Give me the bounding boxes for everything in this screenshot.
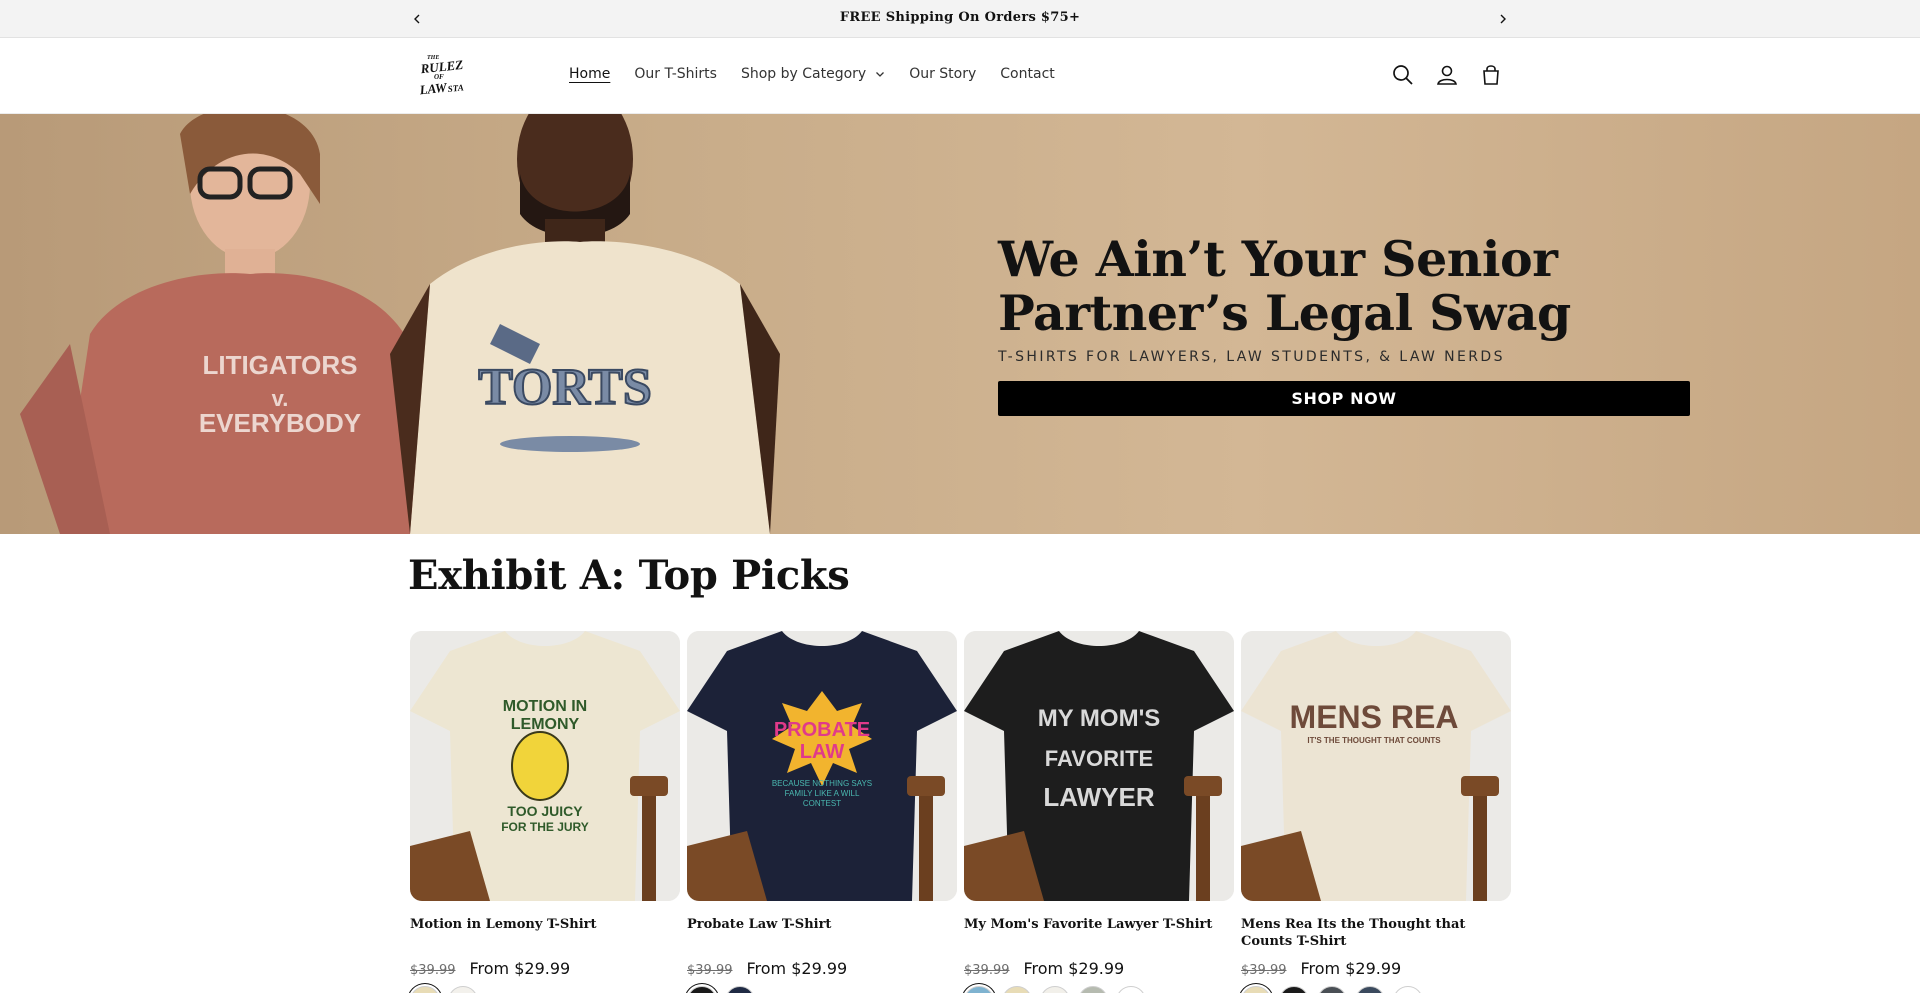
print-line: LAWYER (1043, 782, 1154, 812)
product-shirt-image: MOTION IN LEMONY TOO JUICY FOR THE JURY (410, 631, 680, 901)
price-new: From $29.99 (746, 959, 848, 978)
print-line: FAMILY LIKE A WILL (785, 789, 860, 798)
announcement-text: FREE Shipping On Orders $75+ (839, 10, 1081, 25)
price-row: $39.99 From $29.99 (687, 959, 957, 978)
logo-icon: THE RULEZ OF LAW STA (418, 55, 464, 97)
color-swatch[interactable] (1241, 986, 1271, 993)
color-swatches (687, 986, 957, 993)
nav-our-tshirts[interactable]: Our T-Shirts (634, 66, 717, 82)
product-card[interactable]: MY MOM'S FAVORITE LAWYER My Mom's Favori… (964, 631, 1234, 993)
product-title[interactable]: Mens Rea Its the Thought that Counts T-S… (1241, 916, 1511, 950)
chevron-right-icon (1500, 14, 1506, 24)
price-row: $39.99 From $29.99 (410, 959, 680, 978)
hero-banner: LITIGATORS v. EVERYBODY TORTS We Ain’t Y… (0, 114, 1920, 534)
section-title: Exhibit A: Top Picks (408, 552, 850, 599)
price-old: $39.99 (964, 963, 1010, 978)
product-shirt-image: PROBATE LAW BECAUSE NOTHING SAYS FAMILY … (687, 631, 957, 901)
print-line: MOTION IN (503, 698, 587, 715)
search-icon (1393, 65, 1413, 85)
account-icon (1437, 65, 1457, 85)
nav-our-tshirts-label: Our T-Shirts (634, 66, 717, 82)
main-nav: Home Our T-Shirts Shop by Category Our S… (569, 66, 1079, 82)
product-card[interactable]: MENS REA IT'S THE THOUGHT THAT COUNTS Me… (1241, 631, 1511, 993)
color-swatches (964, 986, 1234, 993)
color-swatch[interactable] (687, 986, 717, 993)
color-swatch[interactable] (1393, 986, 1423, 993)
color-swatch[interactable] (1317, 986, 1347, 993)
price-row: $39.99 From $29.99 (1241, 959, 1511, 978)
price-old: $39.99 (687, 963, 733, 978)
color-swatch[interactable] (448, 986, 478, 993)
nav-contact-label: Contact (1000, 66, 1055, 82)
product-shirt-image: MY MOM'S FAVORITE LAWYER (964, 631, 1234, 901)
product-title[interactable]: Motion in Lemony T-Shirt (410, 916, 680, 950)
nav-our-story[interactable]: Our Story (909, 66, 976, 82)
print-line: BECAUSE NOTHING SAYS (772, 779, 872, 788)
product-title[interactable]: Probate Law T-Shirt (687, 916, 957, 950)
hero-model-right-image: TORTS (390, 114, 780, 534)
product-image[interactable]: MOTION IN LEMONY TOO JUICY FOR THE JURY (410, 631, 680, 901)
price-new: From $29.99 (469, 959, 571, 978)
site-header: THE RULEZ OF LAW STA Home Our T-Shirts S… (0, 38, 1920, 114)
product-image[interactable]: MY MOM'S FAVORITE LAWYER (964, 631, 1234, 901)
hero-title: We Ain’t Your Senior Partner’s Legal Swa… (998, 230, 1571, 342)
chevron-down-icon (876, 72, 885, 77)
print-line: LAW (800, 741, 845, 763)
product-card[interactable]: PROBATE LAW BECAUSE NOTHING SAYS FAMILY … (687, 631, 957, 993)
shop-now-button[interactable]: SHOP NOW (998, 381, 1690, 416)
print-line: MENS REA (1290, 699, 1459, 735)
search-button[interactable] (1390, 62, 1416, 88)
color-swatch[interactable] (964, 986, 994, 993)
color-swatch[interactable] (1116, 986, 1146, 993)
print-line: LEMONY (511, 716, 580, 733)
cart-button[interactable] (1478, 62, 1504, 88)
announcement-next-button[interactable] (1493, 9, 1513, 29)
shirt-text-line-3: EVERYBODY (199, 408, 361, 438)
color-swatch[interactable] (1279, 986, 1309, 993)
shirt-text-line-1: LITIGATORS (202, 350, 357, 380)
hero-model-left-image: LITIGATORS v. EVERYBODY (20, 114, 420, 534)
color-swatches (410, 986, 680, 993)
nav-home-label: Home (569, 66, 611, 82)
product-shirt-image: MENS REA IT'S THE THOUGHT THAT COUNTS (1241, 631, 1511, 901)
cart-icon (1483, 65, 1499, 85)
svg-text:LAW: LAW (418, 79, 449, 97)
price-old: $39.99 (410, 963, 456, 978)
print-line: IT'S THE THOUGHT THAT COUNTS (1307, 736, 1441, 745)
color-swatch[interactable] (410, 986, 440, 993)
color-swatch[interactable] (1355, 986, 1385, 993)
site-logo[interactable]: THE RULEZ OF LAW STA (418, 50, 468, 100)
hero-subtitle: T-SHIRTS FOR LAWYERS, LAW STUDENTS, & LA… (998, 349, 1505, 365)
announcement-bar: FREE Shipping On Orders $75+ (0, 0, 1920, 38)
color-swatches (1241, 986, 1511, 993)
nav-home[interactable]: Home (569, 66, 610, 82)
nav-shop-by-category[interactable]: Shop by Category (741, 66, 885, 82)
price-new: From $29.99 (1300, 959, 1402, 978)
product-image[interactable]: MENS REA IT'S THE THOUGHT THAT COUNTS (1241, 631, 1511, 901)
color-swatch[interactable] (1040, 986, 1070, 993)
print-line: MY MOM'S (1038, 705, 1161, 732)
color-swatch[interactable] (725, 986, 755, 993)
svg-text:STA: STA (447, 82, 464, 94)
print-line: TOO JUICY (507, 803, 583, 819)
print-line: FOR THE JURY (501, 820, 589, 834)
nav-shop-by-category-label: Shop by Category (740, 66, 867, 82)
product-image[interactable]: PROBATE LAW BECAUSE NOTHING SAYS FAMILY … (687, 631, 957, 901)
color-swatch[interactable] (1002, 986, 1032, 993)
print-line: PROBATE (774, 719, 870, 741)
product-card[interactable]: MOTION IN LEMONY TOO JUICY FOR THE JURY … (410, 631, 680, 993)
nav-contact[interactable]: Contact (1000, 66, 1054, 82)
nav-our-story-label: Our Story (909, 66, 977, 82)
price-row: $39.99 From $29.99 (964, 959, 1234, 978)
price-old: $39.99 (1241, 963, 1287, 978)
account-button[interactable] (1434, 62, 1460, 88)
product-title[interactable]: My Mom's Favorite Lawyer T-Shirt (964, 916, 1234, 950)
shirt-text-torts: TORTS (478, 359, 652, 416)
price-new: From $29.99 (1023, 959, 1125, 978)
print-line: FAVORITE (1045, 746, 1153, 771)
print-line: CONTEST (803, 799, 841, 808)
color-swatch[interactable] (1078, 986, 1108, 993)
